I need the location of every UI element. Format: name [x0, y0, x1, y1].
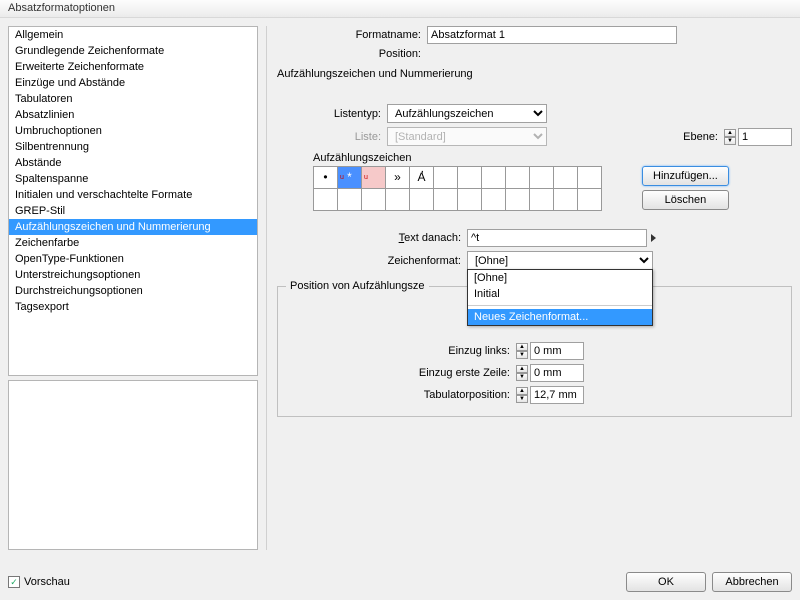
ok-button[interactable]: OK [626, 572, 706, 592]
indent-left-input[interactable] [530, 342, 584, 360]
window-titlebar: Absatzformatoptionen [0, 0, 800, 18]
bullet-position-legend: Position von Aufzählungsze [286, 280, 429, 292]
nav-item[interactable]: Tagsexport [9, 299, 257, 315]
listtype-label: Listentyp: [277, 108, 387, 120]
category-list[interactable]: AllgemeinGrundlegende ZeichenformateErwe… [8, 26, 258, 376]
nav-item[interactable]: OpenType-Funktionen [9, 251, 257, 267]
nav-item[interactable]: Einzüge und Abstände [9, 75, 257, 91]
level-spinner[interactable]: ▲▼ [724, 128, 792, 146]
nav-item[interactable]: Tabulatoren [9, 91, 257, 107]
tab-pos-input[interactable] [530, 386, 584, 404]
spinner-up-icon[interactable]: ▲ [516, 343, 528, 351]
nav-item[interactable]: Umbruchoptionen [9, 123, 257, 139]
cancel-button[interactable]: Abbrechen [712, 572, 792, 592]
char-format-select[interactable]: [Ohne] [467, 251, 653, 270]
first-line-input[interactable] [530, 364, 584, 382]
char-format-option-new[interactable]: Neues Zeichenformat... [468, 309, 652, 325]
char-format-label: Zeichenformat: [277, 255, 467, 267]
spinner-down-icon[interactable]: ▼ [724, 137, 736, 145]
delete-bullet-button[interactable]: Löschen [642, 190, 729, 210]
position-label: Position: [277, 48, 427, 60]
glyph-cell[interactable]: » [386, 167, 410, 189]
preview-checkbox[interactable]: ✓ Vorschau [8, 576, 70, 588]
glyph-cell[interactable]: • [314, 167, 338, 189]
glyph-cell[interactable] [506, 189, 530, 211]
tab-pos-label: Tabulatorposition: [286, 389, 516, 401]
spinner-down-icon[interactable]: ▼ [516, 351, 528, 359]
spinner-down-icon[interactable]: ▼ [516, 373, 528, 381]
nav-item[interactable]: Spaltenspanne [9, 171, 257, 187]
spinner-up-icon[interactable]: ▲ [516, 365, 528, 373]
list-label: Liste: [277, 131, 387, 143]
first-line-label: Einzug erste Zeile: [286, 367, 516, 379]
left-column: AllgemeinGrundlegende ZeichenformateErwe… [8, 26, 258, 550]
nav-item[interactable]: Durchstreichungsoptionen [9, 283, 257, 299]
level-input[interactable] [738, 128, 792, 146]
glyph-cell[interactable] [434, 189, 458, 211]
checkbox-icon: ✓ [8, 576, 20, 588]
glyph-cell[interactable] [458, 167, 482, 189]
level-label: Ebene: [683, 131, 724, 143]
nav-item[interactable]: Abstände [9, 155, 257, 171]
glyph-cell[interactable] [530, 189, 554, 211]
indent-left-label: Einzug links: [286, 345, 516, 357]
nav-item[interactable]: Unterstreichungsoptionen [9, 267, 257, 283]
nav-item[interactable]: Initialen und verschachtelte Formate [9, 187, 257, 203]
glyph-cell[interactable] [458, 189, 482, 211]
nav-item[interactable]: Aufzählungszeichen und Nummerierung [9, 219, 257, 235]
window-title: Absatzformatoptionen [8, 2, 115, 14]
flyout-icon[interactable] [651, 234, 656, 242]
listtype-select[interactable]: Aufzählungszeichen [387, 104, 547, 123]
glyph-cell[interactable] [578, 167, 602, 189]
char-format-option-initial[interactable]: Initial [468, 286, 652, 302]
glyph-cell[interactable]: *u [338, 167, 362, 189]
nav-item[interactable]: Zeichenfarbe [9, 235, 257, 251]
right-panel: Formatname: Position: Aufzählungszeichen… [266, 26, 792, 550]
preview-label: Vorschau [24, 576, 70, 588]
tab-pos-spinner[interactable]: ▲▼ [516, 386, 584, 404]
spinner-up-icon[interactable]: ▲ [516, 387, 528, 395]
formatname-label: Formatname: [277, 29, 427, 41]
glyph-cell[interactable]: A̛ [410, 167, 434, 189]
glyph-cell[interactable] [338, 189, 362, 211]
indent-left-spinner[interactable]: ▲▼ [516, 342, 584, 360]
glyph-cell[interactable] [530, 167, 554, 189]
list-select: [Standard] [387, 127, 547, 146]
glyph-cell[interactable] [578, 189, 602, 211]
dialog-footer: ✓ Vorschau OK Abbrechen [8, 572, 792, 592]
glyph-cell[interactable] [434, 167, 458, 189]
nav-item[interactable]: Silbentrennung [9, 139, 257, 155]
glyph-cell[interactable] [554, 167, 578, 189]
spinner-down-icon[interactable]: ▼ [516, 395, 528, 403]
text-after-input[interactable] [467, 229, 647, 247]
nav-item[interactable]: Grundlegende Zeichenformate [9, 43, 257, 59]
char-format-option-none[interactable]: [Ohne] [468, 270, 652, 286]
glyph-cell[interactable] [362, 189, 386, 211]
formatname-input[interactable] [427, 26, 677, 44]
add-bullet-button[interactable]: Hinzufügen... [642, 166, 729, 186]
text-after-label: TText danach:ext danach: [277, 232, 467, 244]
glyph-cell[interactable] [554, 189, 578, 211]
glyph-cell[interactable] [314, 189, 338, 211]
section-heading: Aufzählungszeichen und Nummerierung [277, 68, 792, 80]
preview-box [8, 380, 258, 550]
nav-item[interactable]: Allgemein [9, 27, 257, 43]
first-line-spinner[interactable]: ▲▼ [516, 364, 584, 382]
glyph-cell[interactable] [482, 167, 506, 189]
nav-item[interactable]: GREP-Stil [9, 203, 257, 219]
bullets-group-label: Aufzählungszeichen [313, 152, 792, 164]
nav-item[interactable]: Absatzlinien [9, 107, 257, 123]
glyph-cell[interactable] [482, 189, 506, 211]
char-format-dropdown[interactable]: [Ohne] Initial Neues Zeichenformat... [467, 269, 653, 326]
glyph-cell[interactable] [410, 189, 434, 211]
glyph-cell[interactable]: u [362, 167, 386, 189]
glyph-cell[interactable] [386, 189, 410, 211]
glyph-cell[interactable] [506, 167, 530, 189]
dialog-body: AllgemeinGrundlegende ZeichenformateErwe… [0, 18, 800, 558]
spinner-up-icon[interactable]: ▲ [724, 129, 736, 137]
nav-item[interactable]: Erweiterte Zeichenformate [9, 59, 257, 75]
bullet-glyph-grid[interactable]: •*uu»A̛ [313, 166, 602, 211]
